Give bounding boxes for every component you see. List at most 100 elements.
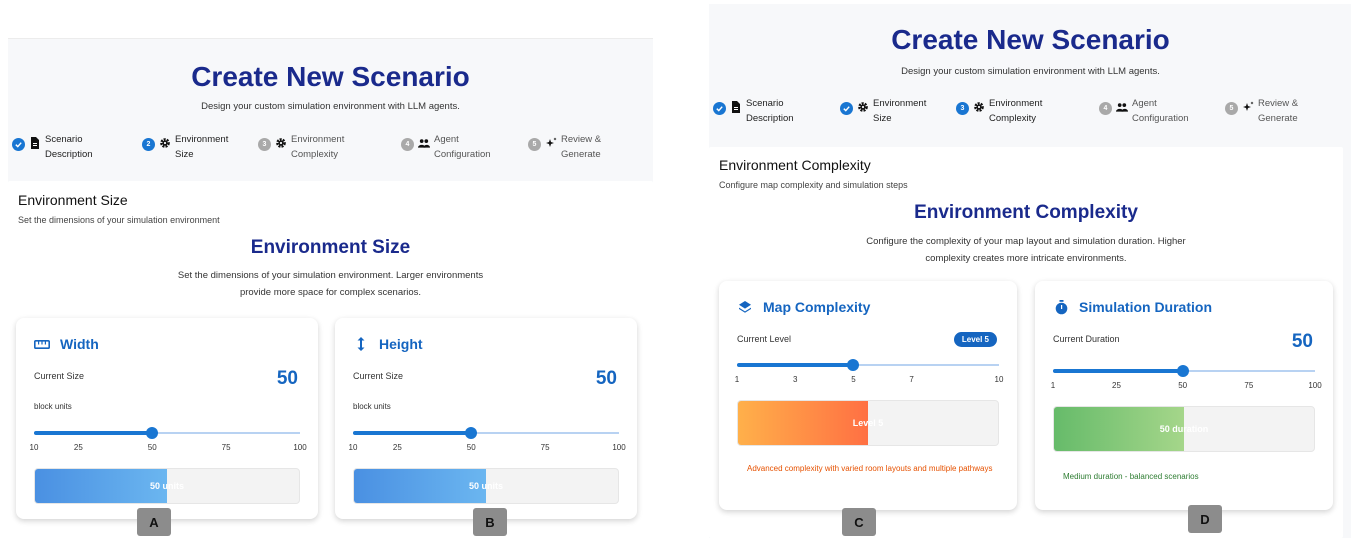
stepper: Scenario Description 2 Environment Size 3 …: [8, 132, 653, 168]
step-label-line1: Environment: [291, 134, 345, 145]
height-progress-bar: 50 units: [353, 468, 619, 504]
tick-label: 1: [734, 375, 740, 384]
step-environment-complexity[interactable]: 3 Environment Complexity: [258, 132, 361, 162]
slider-thumb[interactable]: [847, 359, 860, 371]
complexity-slider[interactable]: [737, 358, 999, 372]
current-duration-label: Current Duration: [1053, 334, 1120, 344]
environment-complexity-card: Environment Complexity Configure map com…: [709, 147, 1343, 538]
page-subtitle: Design your custom simulation environmen…: [201, 101, 460, 112]
step-agent-configuration[interactable]: 4 Agent Configuration: [1099, 96, 1212, 126]
step-label-line1: Review &: [1258, 98, 1299, 109]
step-label-line1: Environment: [989, 98, 1043, 109]
tick-label: 50: [1178, 381, 1188, 390]
step-label-line2: Size: [175, 149, 194, 160]
timer-icon: [1053, 299, 1069, 315]
step-label-line1: Scenario: [45, 134, 83, 145]
step-environment-complexity[interactable]: 3 Environment Complexity: [956, 96, 1059, 126]
tick-label: 50: [466, 443, 476, 452]
step-environment-size[interactable]: Environment Size: [840, 96, 943, 126]
step-label-line2: Description: [746, 113, 794, 124]
height-title: Height: [379, 336, 423, 352]
tick-label: 75: [540, 443, 550, 452]
level-badge: Level 5: [953, 332, 997, 347]
tick-label: 5: [851, 375, 856, 384]
step-number: 2: [142, 138, 155, 151]
environment-size-card: Environment Size Set the dimensions of y…: [8, 181, 653, 538]
step-label-line2: Complexity: [989, 113, 1036, 124]
width-slider[interactable]: [34, 426, 300, 440]
duration-progress-bar: 50 duration: [1053, 406, 1315, 452]
tick-label: 10: [994, 375, 1004, 384]
section-title: Environment Size: [18, 192, 128, 208]
tick-label: 100: [612, 443, 626, 452]
slider-track: [737, 363, 854, 367]
content-description: Configure the complexity of your map lay…: [866, 236, 1186, 264]
document-icon: [730, 101, 742, 113]
check-icon: [12, 138, 25, 151]
tick-label: 75: [1244, 381, 1254, 390]
height-ticks: 10 25 50 75 100: [349, 443, 626, 453]
width-title: Width: [60, 336, 99, 352]
unit-label: block units: [353, 402, 391, 411]
step-number: 4: [401, 138, 414, 151]
progress-text: Level 5: [852, 418, 884, 428]
tick-label: 1: [1050, 381, 1056, 390]
section-subtitle: Configure map complexity and simulation …: [719, 180, 908, 190]
tick-label: 10: [29, 443, 39, 452]
slider-track: [34, 431, 153, 435]
duration-value: 50: [1291, 331, 1313, 352]
height-value: 50: [595, 368, 617, 389]
progress-text: 50 duration: [1159, 424, 1209, 434]
complexity-ticks: 1 3 5 7 10: [734, 375, 1004, 385]
tick-label: 25: [73, 443, 83, 452]
step-label-line1: Agent: [434, 134, 459, 145]
section-title: Environment Complexity: [719, 157, 871, 173]
duration-slider[interactable]: [1053, 364, 1315, 378]
tick-label: 3: [792, 375, 798, 384]
page-title: Create New Scenario: [191, 61, 470, 92]
step-scenario-description[interactable]: Scenario Description: [713, 96, 816, 126]
annotation-tag-b: B: [473, 508, 507, 536]
step-review-generate[interactable]: 5 Review & Generate: [1225, 96, 1328, 126]
step-label-line1: Agent: [1132, 98, 1157, 109]
content-heading: Environment Size: [250, 237, 411, 258]
slider-thumb[interactable]: [1176, 365, 1189, 377]
progress-text: 50 units: [468, 481, 503, 491]
map-complexity-title: Map Complexity: [763, 299, 871, 315]
step-review-generate[interactable]: 5 Review & Generate: [528, 132, 631, 162]
step-scenario-description[interactable]: Scenario Description: [12, 132, 115, 162]
layers-icon: [737, 299, 753, 315]
gear-icon: [857, 101, 869, 113]
tick-label: 100: [293, 443, 307, 452]
step-number: 5: [528, 138, 541, 151]
check-icon: [840, 102, 853, 115]
ruler-icon: [34, 336, 50, 352]
step-label-line1: Review &: [561, 134, 602, 145]
current-size-label: Current Size: [34, 371, 85, 381]
height-card: Height Current Size 50 block units 10 25 5…: [335, 318, 637, 519]
tick-label: 7: [909, 375, 914, 384]
slider-thumb[interactable]: [146, 427, 159, 439]
page-title: Create New Scenario: [891, 24, 1170, 55]
step-label-line2: Size: [873, 113, 892, 124]
slider-track: [1053, 369, 1183, 373]
height-slider[interactable]: [353, 426, 619, 440]
step-agent-configuration[interactable]: 4 Agent Configuration: [401, 132, 514, 162]
step-label-line2: Generate: [1258, 113, 1298, 124]
duration-ticks: 1 25 50 75 100: [1050, 381, 1322, 391]
step-label-line2: Configuration: [1132, 113, 1189, 124]
step-environment-size[interactable]: 2 Environment Size: [142, 132, 245, 162]
step-number: 3: [258, 138, 271, 151]
step-number: 3: [956, 102, 969, 115]
content-description: Set the dimensions of your simulation en…: [177, 270, 484, 298]
progress-text: 50 units: [149, 481, 184, 491]
step-label-line1: Environment: [873, 98, 927, 109]
environment-complexity-screen: Create New Scenario Design your custom s…: [709, 4, 1351, 538]
vertical-arrows-icon: [353, 336, 369, 352]
sparkle-icon: [545, 137, 557, 149]
check-icon: [713, 102, 726, 115]
map-complexity-card: Map Complexity Current Level Level 5 1 3 5…: [719, 281, 1017, 510]
step-label-line1: Environment: [175, 134, 229, 145]
slider-thumb[interactable]: [465, 427, 478, 439]
tick-label: 10: [348, 443, 358, 452]
